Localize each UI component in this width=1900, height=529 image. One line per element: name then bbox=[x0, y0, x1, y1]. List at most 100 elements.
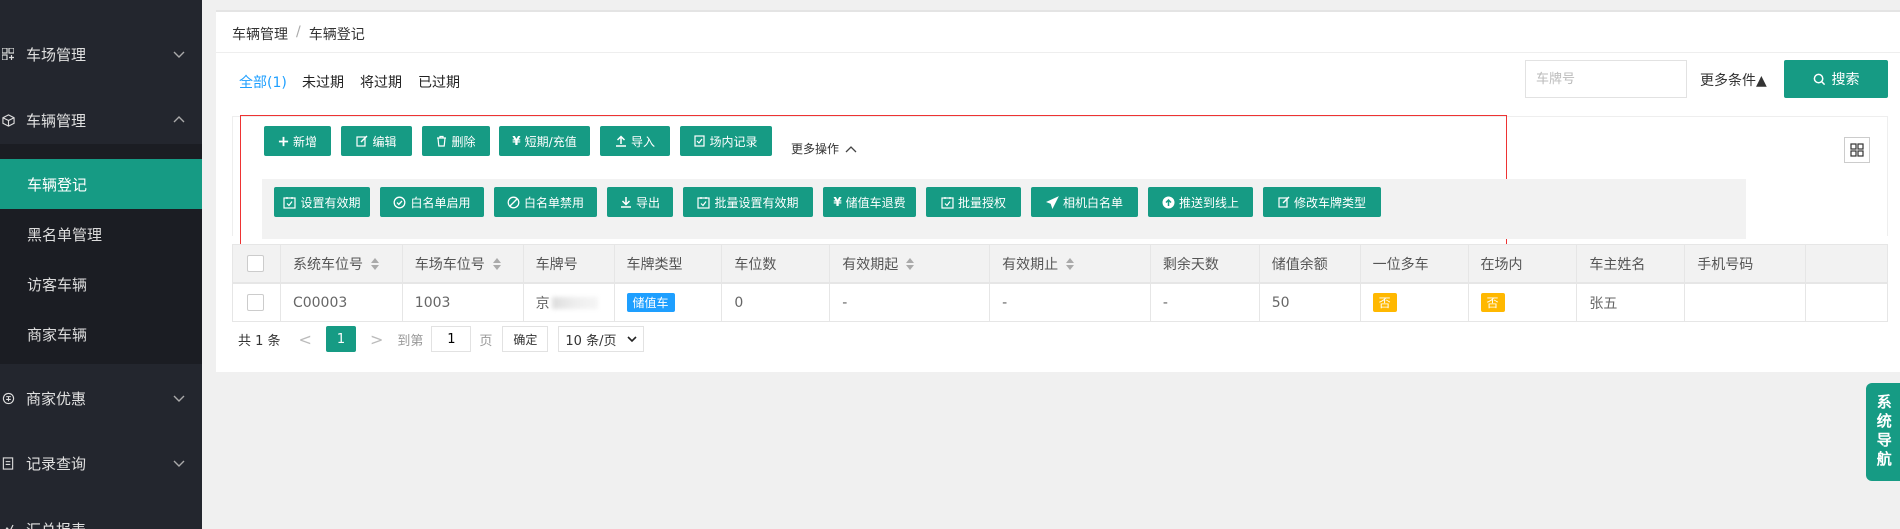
cell-phone bbox=[1685, 284, 1807, 321]
modify-plate-type-label: 修改车牌类型 bbox=[1293, 195, 1366, 210]
modify-plate-type-button[interactable]: 修改车牌类型 bbox=[1263, 187, 1381, 217]
cell-lot-slot: 1003 bbox=[403, 284, 524, 321]
tab-all[interactable]: 全部(1) bbox=[239, 72, 287, 92]
delete-button-label: 删除 bbox=[451, 134, 476, 149]
col-system-slot[interactable]: 系统车位号 bbox=[281, 245, 403, 282]
cell-slots: 0 bbox=[722, 284, 831, 321]
upload-icon bbox=[615, 135, 626, 147]
page-unit-label: 页 bbox=[479, 333, 493, 349]
stored-value-refund-button[interactable]: ¥ 储值车退费 bbox=[823, 187, 916, 217]
yen-icon: ¥ bbox=[833, 195, 842, 209]
add-button-label: 新增 bbox=[292, 134, 317, 149]
sidebar-item-vehicle-register[interactable]: 车辆登记 bbox=[0, 159, 202, 209]
send-icon bbox=[1045, 195, 1059, 209]
sidebar-group-parking[interactable]: 车场管理 bbox=[0, 39, 202, 69]
current-page[interactable]: 1 bbox=[325, 326, 356, 352]
plate-search-input[interactable] bbox=[1525, 60, 1687, 98]
recharge-button[interactable]: ¥ 短期/充值 bbox=[499, 126, 590, 156]
sidebar-item-visitor[interactable]: 访客车辆 bbox=[0, 259, 202, 309]
sort-icon[interactable] bbox=[492, 257, 501, 270]
search-button-label: 搜索 bbox=[1831, 72, 1860, 88]
cube-icon bbox=[0, 112, 16, 128]
delete-button[interactable]: 删除 bbox=[422, 126, 490, 156]
sidebar: 车场管理 车辆管理 车辆登记 黑名单管理 访客车辆 商家车辆 商家优惠 记录查询… bbox=[0, 0, 202, 529]
pagination: 共 1 条 < 1 > 到第 页 确定 10 条/页 bbox=[232, 324, 645, 354]
page-size-value: 10 条/页 bbox=[565, 333, 617, 349]
chevron-down-icon bbox=[173, 395, 185, 402]
table-row[interactable]: C00003 1003 京 储值车 0 - - - 50 否 否 张五 bbox=[232, 283, 1888, 322]
system-navigation-button[interactable]: 系统导航 bbox=[1866, 383, 1900, 481]
breadcrumb-parent[interactable]: 车辆管理 bbox=[232, 24, 288, 44]
cell-days-left: - bbox=[1151, 284, 1260, 321]
sidebar-group-vehicle[interactable]: 车辆管理 bbox=[0, 105, 202, 135]
cell-multi-car: 否 bbox=[1361, 284, 1469, 321]
tab-expired[interactable]: 已过期 bbox=[418, 72, 460, 92]
import-button[interactable]: 导入 bbox=[600, 126, 670, 156]
in-lot-records-button[interactable]: 场内记录 bbox=[680, 126, 772, 156]
col-days-left: 剩余天数 bbox=[1151, 245, 1260, 282]
document-icon bbox=[694, 135, 706, 147]
ban-icon bbox=[507, 196, 520, 208]
push-online-button[interactable]: 推送到线上 bbox=[1148, 187, 1253, 217]
col-plate: 车牌号 bbox=[524, 245, 615, 282]
col-valid-from[interactable]: 有效期起 bbox=[830, 245, 991, 282]
main-panel: 车辆管理 / 车辆登记 全部(1) 未过期 将过期 已过期 更多条件▲ 搜索 新… bbox=[216, 10, 1900, 372]
stored-value-refund-label: 储值车退费 bbox=[845, 195, 906, 210]
divider bbox=[216, 52, 1900, 53]
select-all-checkbox[interactable] bbox=[247, 255, 264, 272]
cell-balance: 50 bbox=[1260, 284, 1361, 321]
document-icon bbox=[0, 455, 16, 471]
col-owner: 车主姓名 bbox=[1577, 245, 1686, 282]
whitelist-enable-button[interactable]: 白名单启用 bbox=[380, 187, 484, 217]
add-button[interactable]: 新增 bbox=[264, 126, 331, 156]
trash-icon bbox=[437, 135, 447, 147]
breadcrumb-current: 车辆登记 bbox=[308, 27, 365, 43]
whitelist-disable-button[interactable]: 白名单禁用 bbox=[494, 187, 597, 217]
camera-whitelist-button[interactable]: 相机白名单 bbox=[1031, 187, 1138, 217]
plus-icon bbox=[278, 136, 289, 146]
batch-set-validity-button[interactable]: 批量设置有效期 bbox=[683, 187, 813, 217]
edit-button[interactable]: 编辑 bbox=[341, 126, 412, 156]
col-lot-slot[interactable]: 车场车位号 bbox=[403, 245, 524, 282]
sidebar-item-merchant-vehicle[interactable]: 商家车辆 bbox=[0, 309, 202, 359]
sidebar-group-label: 商家优惠 bbox=[26, 389, 87, 408]
batch-authorize-label: 批量授权 bbox=[957, 195, 1006, 210]
tab-expiring[interactable]: 将过期 bbox=[360, 72, 402, 92]
multi-car-badge: 否 bbox=[1372, 293, 1397, 312]
batch-authorize-button[interactable]: 批量授权 bbox=[926, 187, 1021, 217]
chevron-down-icon bbox=[173, 460, 185, 467]
column-layout-toggle[interactable] bbox=[1844, 137, 1870, 163]
col-extra bbox=[1806, 245, 1887, 282]
sidebar-group-merchant[interactable]: 商家优惠 bbox=[0, 383, 202, 413]
more-conditions-toggle[interactable]: 更多条件▲ bbox=[1700, 70, 1767, 90]
sidebar-group-label: 车辆管理 bbox=[26, 111, 87, 130]
tab-not-expired[interactable]: 未过期 bbox=[302, 72, 344, 92]
sort-icon[interactable] bbox=[906, 257, 915, 270]
search-icon bbox=[1813, 73, 1825, 85]
export-button[interactable]: 导出 bbox=[607, 187, 673, 217]
col-in-lot: 在场内 bbox=[1469, 245, 1578, 282]
row-checkbox[interactable] bbox=[247, 294, 264, 311]
set-validity-button[interactable]: 设置有效期 bbox=[274, 187, 370, 217]
upload-circle-icon bbox=[1162, 196, 1175, 208]
edit-button-label: 编辑 bbox=[372, 134, 397, 149]
next-page-button[interactable]: > bbox=[370, 330, 383, 349]
calendar-check-icon bbox=[283, 196, 297, 209]
prev-page-button[interactable]: < bbox=[299, 330, 312, 349]
sidebar-group-records[interactable]: 记录查询 bbox=[0, 448, 202, 478]
sort-icon[interactable] bbox=[370, 257, 379, 270]
sidebar-item-blacklist[interactable]: 黑名单管理 bbox=[0, 209, 202, 259]
sort-icon[interactable] bbox=[1066, 257, 1075, 270]
search-button[interactable]: 搜索 bbox=[1784, 60, 1888, 98]
sidebar-group-reports[interactable]: 汇总报表 bbox=[0, 514, 202, 529]
col-valid-to[interactable]: 有效期止 bbox=[990, 245, 1151, 282]
more-operations-toggle[interactable]: 更多操作 bbox=[791, 140, 857, 157]
goto-confirm-button[interactable]: 确定 bbox=[502, 326, 549, 352]
chevron-up-icon bbox=[845, 145, 857, 152]
goto-page-input[interactable] bbox=[431, 326, 472, 352]
export-button-label: 导出 bbox=[635, 195, 660, 210]
sidebar-group-label: 记录查询 bbox=[26, 454, 87, 473]
page-size-select[interactable]: 10 条/页 bbox=[558, 326, 645, 352]
edit-icon bbox=[1278, 196, 1290, 208]
breadcrumb-separator: / bbox=[296, 24, 301, 40]
